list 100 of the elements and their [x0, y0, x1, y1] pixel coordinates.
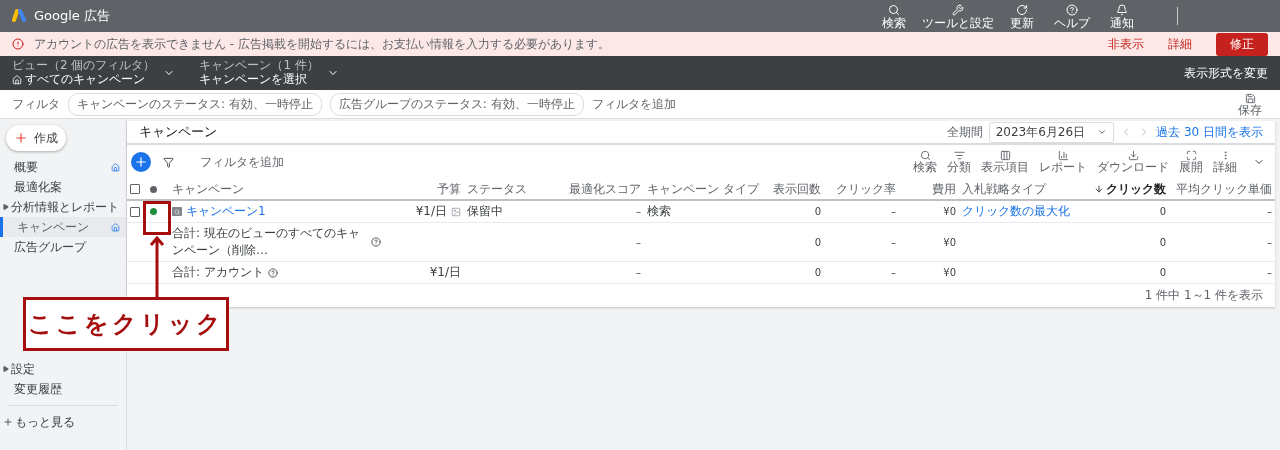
expand-icon: [3, 366, 9, 372]
filter-icon[interactable]: [163, 156, 174, 168]
column-header[interactable]: ステータス: [464, 179, 549, 201]
header-checkbox[interactable]: [130, 184, 140, 194]
bid-strategy-link[interactable]: クリック数の最大化: [962, 203, 1070, 220]
alert-link[interactable]: 非表示: [1108, 35, 1144, 53]
status-dot[interactable]: [150, 208, 157, 215]
pagination-text: 1 件中 1～1 件を表示: [1144, 287, 1263, 304]
columns-icon: [999, 149, 1011, 161]
column-header[interactable]: クリック率: [824, 179, 899, 201]
table-cell: 保留中: [467, 203, 503, 220]
sidebar-item[interactable]: 広告グループ: [0, 237, 126, 257]
expand-icon: [1185, 149, 1197, 161]
sidebar-item[interactable]: 変更履歴: [0, 379, 126, 399]
toolbar-button[interactable]: 表示項目: [977, 149, 1033, 175]
home-icon: [111, 222, 120, 232]
table-cell: ¥1/日: [415, 203, 447, 220]
plus-icon: [134, 155, 148, 169]
table-cell: 0: [814, 206, 821, 217]
wrench-icon: [952, 3, 964, 16]
campaign-link[interactable]: キャンペーン1: [186, 203, 266, 220]
row-checkbox[interactable]: [130, 206, 140, 217]
filter-chip[interactable]: キャンペーンのステータス: 有効、一時停止: [68, 92, 322, 116]
column-header[interactable]: 予算: [384, 179, 464, 201]
date-label: 全期間: [946, 123, 983, 141]
date-picker[interactable]: 2023年6月26日: [988, 121, 1115, 143]
alert-link[interactable]: 詳細: [1168, 35, 1192, 53]
save-button[interactable]: 保存: [1232, 91, 1268, 117]
column-header[interactable]: 平均クリック単価: [1169, 179, 1275, 201]
toolbar-button[interactable]: 詳細: [1209, 149, 1241, 175]
table-cell: –: [636, 267, 641, 278]
table-cell: 合計: アカウント: [172, 264, 264, 281]
add-button[interactable]: [131, 152, 151, 172]
table-cell: –: [891, 206, 896, 217]
column-header[interactable]: キャンペーン タイプ: [644, 179, 764, 201]
table-cell: ¥0: [943, 236, 956, 248]
table-cell: 0: [814, 267, 821, 278]
top-action-button[interactable]: 通知: [1100, 3, 1144, 29]
sidebar-item[interactable]: キャンペーン: [0, 217, 126, 237]
fix-button[interactable]: 修正: [1216, 32, 1268, 56]
alert-message: アカウントの広告を表示できません - 広告掲載を開始するには、お支払い情報を入力する必要があります。: [34, 35, 610, 53]
sort-arrow-icon: [1094, 184, 1104, 194]
help-icon[interactable]: [371, 237, 381, 247]
column-header[interactable]: 表示回数: [764, 179, 824, 201]
toolbar-button[interactable]: ダウンロード: [1093, 149, 1173, 175]
app-title: Google 広告: [34, 7, 110, 25]
home-icon: [12, 74, 22, 85]
column-header[interactable]: クリック数: [1079, 179, 1169, 201]
status-header-dot: [150, 185, 157, 193]
home-icon: [111, 162, 120, 172]
search-icon: [919, 149, 931, 161]
highlight-frame: [143, 201, 171, 235]
table-cell: –: [891, 236, 896, 248]
create-button[interactable]: 作成: [6, 125, 66, 151]
table-cell: 0: [1159, 236, 1166, 248]
filter-chip[interactable]: 広告グループのステータス: 有効、一時停止: [329, 92, 584, 116]
table-cell: –: [1267, 236, 1272, 248]
image-icon: [451, 206, 461, 217]
top-action-button[interactable]: ヘルプ: [1050, 3, 1094, 29]
sidebar-item[interactable]: 設定: [0, 359, 126, 379]
download-icon: [1127, 149, 1139, 161]
search-icon: [888, 3, 900, 16]
help-icon[interactable]: [267, 267, 278, 278]
column-header[interactable]: キャンペーン: [169, 179, 384, 201]
top-action-button[interactable]: 検索: [872, 3, 916, 29]
lines-icon: [953, 149, 965, 161]
filter-label: フィルタ: [12, 95, 60, 113]
sidebar-item[interactable]: 最適化案: [0, 177, 126, 197]
add-filter-link[interactable]: フィルタを追加: [591, 95, 676, 113]
top-action-button[interactable]: 更新: [1000, 3, 1044, 29]
column-header[interactable]: 入札戦略タイプ: [959, 179, 1079, 201]
view-link[interactable]: 表示形式を変更: [1184, 64, 1268, 82]
help-icon: [1066, 3, 1078, 16]
toolbar-button[interactable]: 分類: [943, 149, 975, 175]
more-link[interactable]: もっと見る: [0, 412, 126, 432]
toolbar-button[interactable]: 検索: [909, 149, 941, 175]
page-title: キャンペーン: [139, 123, 217, 141]
table-cell: –: [1267, 267, 1272, 278]
sidebar-item[interactable]: 概要: [0, 157, 126, 177]
scope-selector[interactable]: キャンペーン（1 件） キャンペーンを選択: [199, 59, 349, 87]
table-cell: 0: [814, 236, 821, 248]
filter-field[interactable]: フィルタを追加: [200, 153, 284, 171]
table-cell-text: 合計: 現在のビューのすべてのキャンペーン（削除…: [172, 225, 361, 259]
logo-icon: [12, 9, 28, 23]
scope-selector[interactable]: ビュー（2 個のフィルタ） すべてのキャンペーン: [12, 59, 186, 87]
table-cell: –: [636, 206, 641, 217]
table-cell: ¥1/日: [429, 264, 461, 281]
column-header[interactable]: 費用: [899, 179, 959, 201]
dropdown-icon: [1097, 127, 1108, 137]
toolbar-button[interactable]: レポート: [1035, 149, 1091, 175]
table-cell: 0: [1159, 206, 1166, 217]
top-action-button[interactable]: ツールと設定: [922, 3, 994, 29]
search-icon: [172, 207, 182, 216]
column-header[interactable]: 最適化スコア: [549, 179, 644, 201]
plus-icon: [14, 131, 28, 145]
toolbar-button[interactable]: 展開: [1175, 149, 1207, 175]
sidebar-item[interactable]: 分析情報とレポート: [0, 197, 126, 217]
plus-icon: [3, 417, 13, 427]
date-range-link[interactable]: 過去 30 日間を表示: [1156, 123, 1263, 141]
table-cell: –: [636, 236, 641, 248]
